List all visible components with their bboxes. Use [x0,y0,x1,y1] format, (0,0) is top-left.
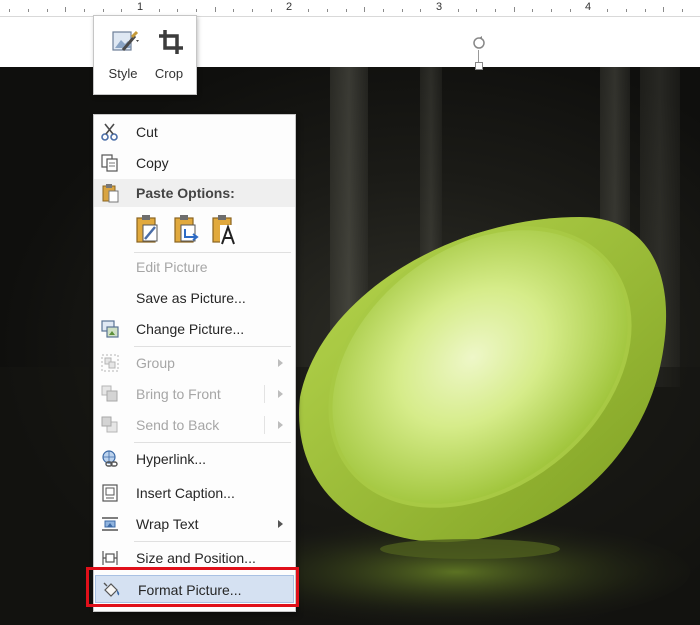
menu-item-group: Group [94,349,295,377]
copy-icon [101,154,118,172]
ruler-tick [382,9,384,12]
ruler-tick [569,9,571,12]
submenu-arrow-icon [278,390,283,398]
ruler-tick [551,9,553,12]
rotate-handle-icon[interactable] [472,36,486,50]
paste-options-header: Paste Options: [94,179,295,207]
ruler-tick [681,9,683,12]
highlight-callout-box [86,567,299,607]
ruler-tick [27,9,29,12]
ruler-tick [420,9,422,12]
submenu-arrow-icon [278,359,283,367]
resize-handle-top[interactable] [475,62,483,70]
menu-item-insert-caption[interactable]: Insert Caption... [94,479,295,507]
ruler-tick [345,9,347,12]
ruler-tick [158,9,160,12]
ruler-tick [83,9,85,12]
menu-item-cut[interactable]: Cut [94,118,295,146]
ruler-tick [625,9,627,12]
paste-text-only-icon[interactable] [210,213,240,247]
ruler-tick [495,9,497,12]
menu-item-send-to-back: Send to Back [94,411,295,439]
ruler-mark-2: 2 [285,1,293,13]
ruler-tick [252,9,254,12]
ruler-mark-3: 3 [435,1,443,13]
style-button[interactable]: Style [100,20,146,88]
ruler-tick [326,9,328,12]
ruler-tick [214,7,216,12]
menu-item-hyperlink[interactable]: Hyperlink... [94,445,295,473]
menu-label-send-to-back: Send to Back [136,417,220,433]
ruler-tick [46,9,48,12]
ruler-mark-4: 4 [584,1,592,13]
ruler-tick [196,9,198,12]
menu-label-insert-caption: Insert Caption... [136,485,235,501]
ruler-tick [308,9,310,12]
menu-separator [134,442,291,443]
size-and-position-icon [102,551,118,565]
ruler-tick [233,9,235,12]
crop-label: Crop [154,66,184,81]
menu-label-group: Group [136,355,175,371]
split-separator [264,385,265,403]
menu-label-edit-picture: Edit Picture [136,259,208,275]
menu-label-save-as-picture: Save as Picture... [136,290,246,306]
ruler-tick [513,7,515,12]
menu-label-wrap-text: Wrap Text [136,516,199,532]
paste-options-label: Paste Options: [136,185,235,201]
ruler-tick [121,9,123,12]
ruler-tick [476,9,478,12]
menu-label-bring-to-front: Bring to Front [136,386,221,402]
menu-item-wrap-text[interactable]: Wrap Text [94,510,295,538]
crop-icon [159,30,183,54]
insert-caption-icon [102,484,118,502]
ruler-tick [644,9,646,12]
paste-icon [102,184,119,203]
submenu-arrow-icon [278,520,283,528]
context-menu: Cut Copy Paste Options: Edit Picture Sav… [93,114,296,612]
ruler-tick [65,7,67,12]
menu-item-edit-picture: Edit Picture [94,253,295,281]
send-to-back-icon [101,416,118,433]
menu-label-change-picture: Change Picture... [136,321,245,337]
ruler-mark-1: 1 [136,1,144,13]
menu-label-copy: Copy [136,155,169,171]
mini-toolbar: Style Crop [93,15,197,95]
menu-item-change-picture[interactable]: Change Picture... [94,315,295,343]
change-picture-icon [101,320,119,338]
scissors-icon [101,123,118,141]
menu-separator [134,541,291,542]
ruler-tick [270,9,272,12]
menu-label-cut: Cut [136,124,158,140]
ruler-tick [532,9,534,12]
ruler-tick [457,9,459,12]
hyperlink-icon [102,450,118,467]
ruler-tick [401,9,403,12]
submenu-arrow-icon [278,421,283,429]
paste-options-group [134,213,254,249]
menu-label-size-and-position: Size and Position... [136,550,256,566]
crop-button[interactable]: Crop [146,20,192,88]
menu-separator [134,346,291,347]
menu-label-hyperlink: Hyperlink... [136,451,207,467]
style-label: Style [108,66,138,81]
ruler-tick [9,9,11,12]
group-icon [101,354,119,372]
bring-to-front-icon [101,385,118,402]
ruler-tick [364,7,366,12]
paste-keep-formatting-icon[interactable] [134,213,164,247]
ruler-tick [663,7,665,12]
wrap-text-icon [102,517,118,531]
menu-item-bring-to-front: Bring to Front [94,380,295,408]
picture-style-icon [112,30,139,51]
paste-merge-formatting-icon[interactable] [172,213,202,247]
ruler-tick [177,9,179,12]
split-separator [264,416,265,434]
ruler-tick [102,9,104,12]
menu-item-save-as-picture[interactable]: Save as Picture... [94,284,295,312]
ruler-tick [607,9,609,12]
menu-item-copy[interactable]: Copy [94,149,295,177]
